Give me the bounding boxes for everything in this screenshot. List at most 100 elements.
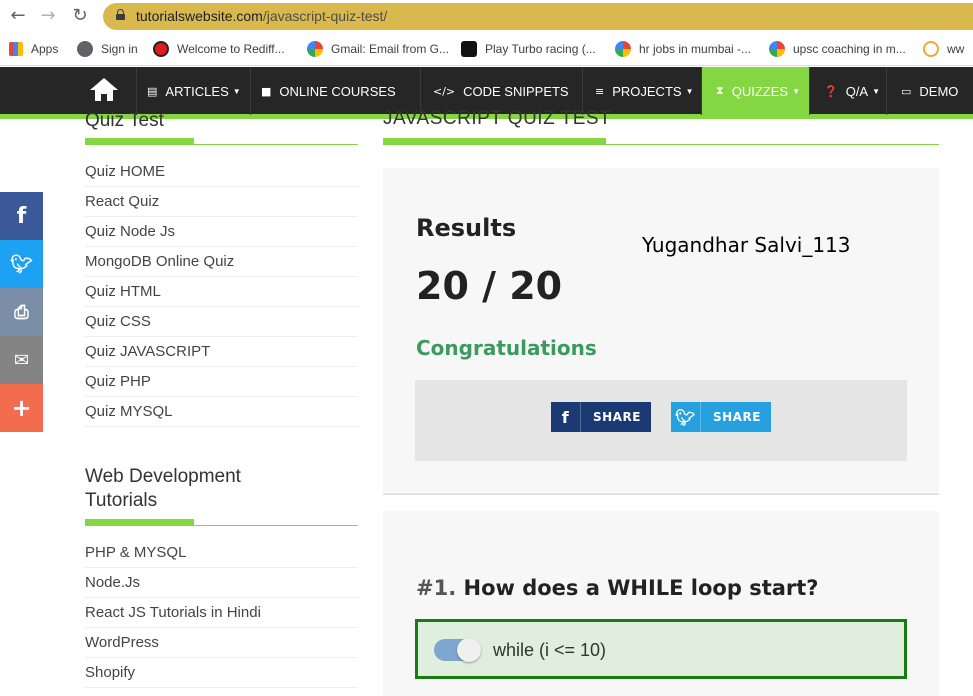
twitter-icon: 🐦︎: [671, 402, 701, 432]
bookmark-label: hr jobs in mumbai -...: [639, 42, 752, 56]
handwritten-note: Yugandhar Salvi_113: [642, 233, 851, 257]
title-line: Tutorials: [85, 490, 158, 511]
mail-icon[interactable]: ✉: [0, 336, 43, 384]
nav-qa[interactable]: ❓ Q/A ▼: [809, 67, 894, 115]
bookmark-gmail[interactable]: Gmail: Email from G...: [307, 40, 449, 58]
sidebar-link[interactable]: Quiz JAVASCRIPT: [85, 337, 358, 367]
globe-icon: [77, 41, 93, 57]
bookmark-label: upsc coaching in m...: [793, 42, 906, 56]
arrow-icon: [923, 41, 939, 57]
nav-label: Q/A: [845, 83, 869, 99]
sidebar-link[interactable]: WordPress: [85, 628, 358, 658]
document-icon: ▤: [147, 84, 158, 98]
browser-toolbar: ← → ↻ tutorialswebsite.com/javascript-qu…: [0, 0, 973, 33]
bookmark-label: Welcome to Rediff...: [177, 42, 285, 56]
turbo-icon: [461, 41, 477, 57]
facebook-share-button[interactable]: f SHARE: [551, 402, 651, 432]
caret-down-icon: ▼: [792, 86, 800, 96]
nav-label: DEMO: [919, 83, 959, 99]
bookmark-label: Apps: [31, 42, 59, 56]
nav-label: QUIZZES: [731, 83, 789, 99]
lock-icon[interactable]: [116, 9, 125, 20]
twitter-icon[interactable]: 🐦︎: [0, 240, 43, 288]
sidebar-link[interactable]: Node.Js: [85, 568, 358, 598]
bookmark-upsc[interactable]: upsc coaching in m...: [769, 40, 906, 58]
back-icon[interactable]: ←: [8, 6, 28, 26]
forward-icon[interactable]: →: [38, 6, 58, 26]
bookmark-label: Sign in: [101, 42, 138, 56]
facebook-icon[interactable]: f: [0, 192, 43, 240]
rediff-icon: [153, 41, 169, 57]
share-label: SHARE: [713, 410, 761, 424]
title-line: Web Development: [85, 466, 241, 487]
nav-label: CODE SNIPPETS: [463, 83, 569, 99]
question-number: #1.: [416, 576, 457, 600]
toggle-knob: [457, 638, 481, 662]
share-panel: [415, 380, 907, 461]
answer-text: while (i <= 10): [493, 640, 607, 660]
nav-quizzes[interactable]: ⧗ QUIZZES ▼: [701, 67, 809, 115]
share-label: SHARE: [593, 410, 641, 424]
twitter-share-button[interactable]: 🐦︎ SHARE: [671, 402, 771, 432]
congrats-message: Congratulations: [416, 336, 597, 360]
sidebar-link[interactable]: Quiz CSS: [85, 307, 358, 337]
question-label: How does a WHILE loop start?: [463, 576, 819, 600]
bookmark-label: ww: [947, 42, 965, 56]
nav-articles[interactable]: ▤ ARTICLES ▼: [136, 67, 251, 115]
caret-down-icon: ▼: [232, 86, 241, 96]
bookmark-label: Gmail: Email from G...: [331, 42, 450, 56]
page-title: JAVASCRIPT QUIZ TEST: [383, 108, 612, 129]
laptop-icon: ▭: [901, 84, 912, 98]
stack-icon: ≡: [595, 84, 605, 98]
title-rule: [383, 144, 939, 145]
sidebar-link[interactable]: MongoDB Online Quiz: [85, 247, 358, 277]
caret-down-icon: ▼: [685, 86, 694, 96]
results-label: Results: [416, 214, 517, 242]
sidebar-quiz-title: Quiz Test: [85, 110, 164, 131]
sidebar-title-rule: [85, 525, 358, 526]
video-icon: ■: [261, 84, 272, 98]
nav-label: ARTICLES: [165, 83, 229, 99]
apps-icon: [9, 42, 23, 56]
bookmark-sign-in[interactable]: Sign in: [77, 40, 138, 58]
answer-option-correct[interactable]: [415, 619, 907, 679]
sidebar-link[interactable]: React JS Tutorials in Hindi: [85, 598, 358, 628]
sidebar-link[interactable]: Quiz Node Js: [85, 217, 358, 247]
sidebar-link[interactable]: Quiz PHP: [85, 367, 358, 397]
print-icon[interactable]: ⎙: [0, 288, 43, 336]
question-icon: ❓: [824, 84, 838, 98]
sidebar-link[interactable]: Shopify: [85, 658, 358, 688]
sidebar-link[interactable]: Quiz HOME: [85, 157, 358, 187]
bookmark-rediff[interactable]: Welcome to Rediff...: [153, 40, 285, 58]
score-value: 20 / 20: [416, 264, 563, 308]
sidebar-link[interactable]: PHP & MYSQL: [85, 538, 358, 568]
nav-label: ONLINE COURSES: [279, 83, 396, 99]
home-icon[interactable]: [90, 78, 118, 102]
sidebar-webdev-title: Web Development Tutorials: [85, 465, 241, 513]
section-divider: [383, 493, 939, 495]
facebook-icon: f: [551, 402, 581, 432]
bookmark-turbo[interactable]: Play Turbo racing (...: [461, 40, 596, 58]
question-text: #1. How does a WHILE loop start?: [416, 576, 818, 600]
answer-toggle[interactable]: [434, 638, 481, 662]
sidebar-title-rule: [85, 144, 358, 145]
code-icon: </>: [433, 84, 456, 98]
bookmark-apps[interactable]: Apps: [9, 40, 58, 58]
caret-down-icon: ▼: [872, 86, 881, 96]
plus-icon[interactable]: +: [0, 384, 43, 432]
sidebar-link[interactable]: Quiz HTML: [85, 277, 358, 307]
bookmark-hr-jobs[interactable]: hr jobs in mumbai -...: [615, 40, 751, 58]
google-icon: [307, 41, 323, 57]
bookmark-more[interactable]: ww: [923, 40, 964, 58]
reload-icon[interactable]: ↻: [70, 6, 90, 26]
hourglass-icon: ⧗: [716, 84, 724, 97]
sidebar-link[interactable]: Quiz MYSQL: [85, 397, 358, 427]
sidebar-link[interactable]: React Quiz: [85, 187, 358, 217]
bookmarks-bar: Apps Sign in Welcome to Rediff... Gmail:…: [0, 33, 973, 66]
google-icon: [769, 41, 785, 57]
nav-demo[interactable]: ▭ DEMO: [886, 67, 973, 115]
bookmark-label: Play Turbo racing (...: [485, 42, 596, 56]
nav-label: PROJECTS: [612, 83, 682, 99]
google-icon: [615, 41, 631, 57]
url-text[interactable]: tutorialswebsite.com/javascript-quiz-tes…: [136, 8, 387, 24]
